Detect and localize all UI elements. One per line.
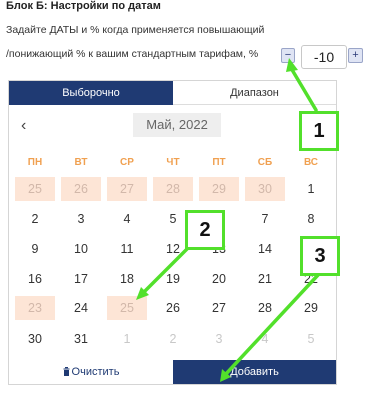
arrow-1-head	[286, 58, 298, 72]
annotation-badge-2: 2	[185, 210, 225, 250]
annotation-badge-3: 3	[300, 236, 340, 276]
annotation-badge-1: 1	[299, 111, 339, 151]
arrow-3	[223, 273, 320, 377]
arrow-1	[289, 66, 318, 112]
annotation-arrows	[136, 58, 320, 382]
